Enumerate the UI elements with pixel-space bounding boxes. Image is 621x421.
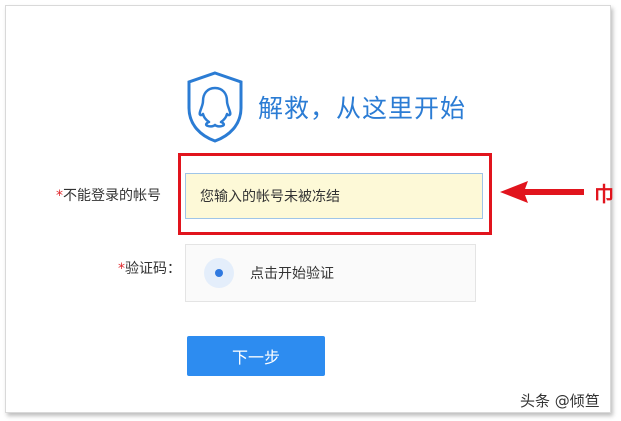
page-header: 解救，从这里开始 bbox=[184, 70, 466, 144]
captcha-label-text: 验证码： bbox=[125, 261, 181, 277]
red-arrow-left-icon bbox=[500, 181, 584, 203]
watermark-text: 头条 @倾笪 bbox=[520, 392, 600, 410]
captcha-button-text: 点击开始验证 bbox=[250, 266, 334, 282]
page-title: 解救，从这里开始 bbox=[258, 94, 467, 123]
captcha-dot-icon bbox=[204, 258, 234, 288]
account-label: *不能登录的帐号 bbox=[56, 185, 161, 205]
screenshot-canvas: 解救，从这里开始 *不能登录的帐号 巾 *验证码： 点击开始验证 下一步 头条 … bbox=[0, 0, 621, 421]
account-label-text: 不能登录的帐号 bbox=[63, 188, 161, 204]
annotation-edge-glyph: 巾 bbox=[594, 182, 614, 206]
captcha-verify-button[interactable]: 点击开始验证 bbox=[185, 244, 476, 302]
required-mark: * bbox=[56, 188, 63, 204]
next-step-button[interactable]: 下一步 bbox=[187, 336, 325, 376]
qq-penguin-shield-icon bbox=[187, 71, 243, 143]
captcha-label: *验证码： bbox=[118, 258, 181, 278]
required-mark: * bbox=[118, 261, 125, 277]
account-input[interactable] bbox=[185, 173, 483, 219]
